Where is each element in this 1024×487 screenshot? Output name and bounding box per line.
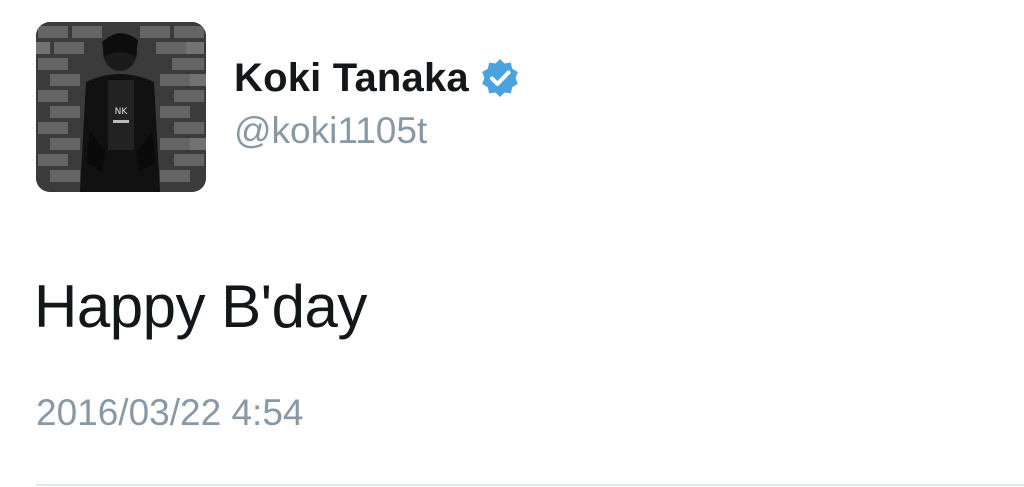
author-name-row: Koki Tanaka — [234, 52, 521, 104]
verified-badge-icon — [479, 57, 521, 99]
divider — [36, 484, 1024, 486]
avatar[interactable]: NK — [36, 22, 206, 192]
author-handle[interactable]: @koki1105t — [234, 110, 427, 152]
tweet-timestamp[interactable]: 2016/03/22 4:54 — [36, 392, 303, 434]
tweet-detail: NK Koki Tanaka @koki1105t Happy B'day 20… — [0, 0, 1024, 487]
svg-text:NK: NK — [115, 107, 129, 117]
tweet-text: Happy B'day — [34, 273, 367, 340]
display-name[interactable]: Koki Tanaka — [234, 56, 469, 101]
profile-photo-icon: NK — [36, 22, 206, 192]
